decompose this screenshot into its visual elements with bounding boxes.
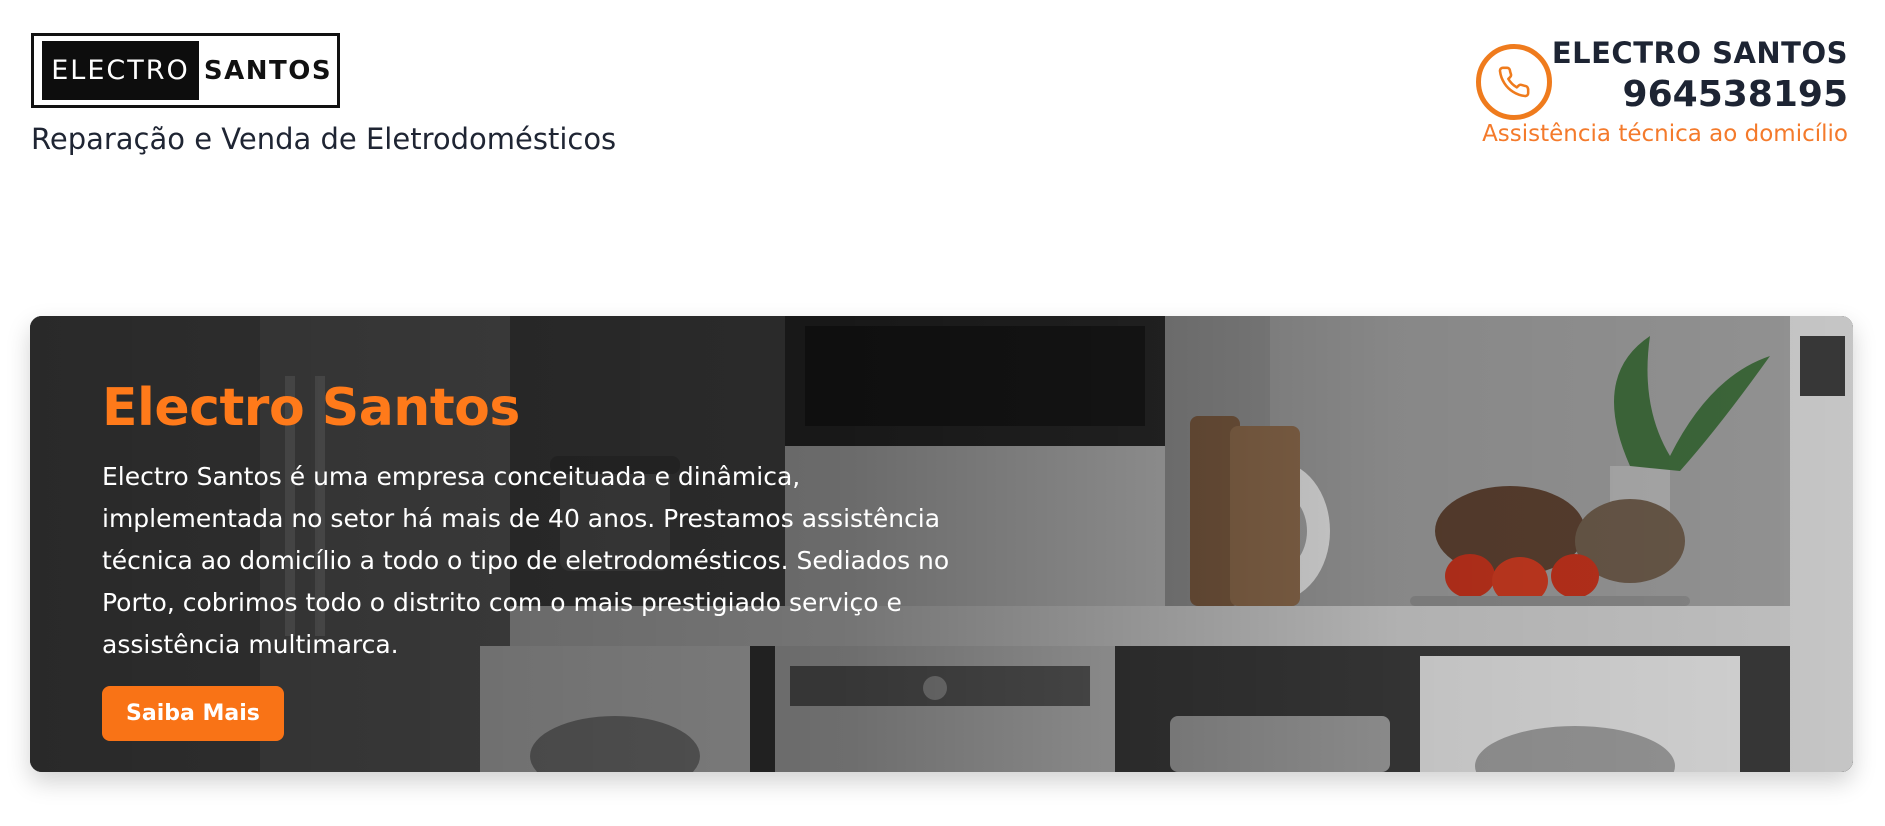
hero-title: Electro Santos xyxy=(102,378,520,438)
contact-company-name: ELECTRO SANTOS xyxy=(1551,36,1848,70)
contact-subtitle: Assistência técnica ao domicílio xyxy=(1482,121,1848,147)
logo[interactable]: ELECTRO SANTOS xyxy=(31,33,340,108)
contact-phone-number[interactable]: 964538195 xyxy=(1482,74,1848,115)
saiba-mais-button[interactable]: Saiba Mais xyxy=(102,686,284,741)
hero-description: Electro Santos é uma empresa conceituada… xyxy=(102,462,950,659)
hero-content: Electro Santos Electro Santos é uma empr… xyxy=(102,378,982,741)
logo-santos-text: SANTOS xyxy=(203,55,333,86)
hero-banner: Electro Santos Electro Santos é uma empr… xyxy=(30,316,1853,772)
contact-block: ELECTRO SANTOS 964538195 Assistência téc… xyxy=(1482,36,1848,147)
logo-electro-text: ELECTRO xyxy=(42,41,199,100)
site-tagline: Reparação e Venda de Eletrodomésticos xyxy=(31,122,617,156)
